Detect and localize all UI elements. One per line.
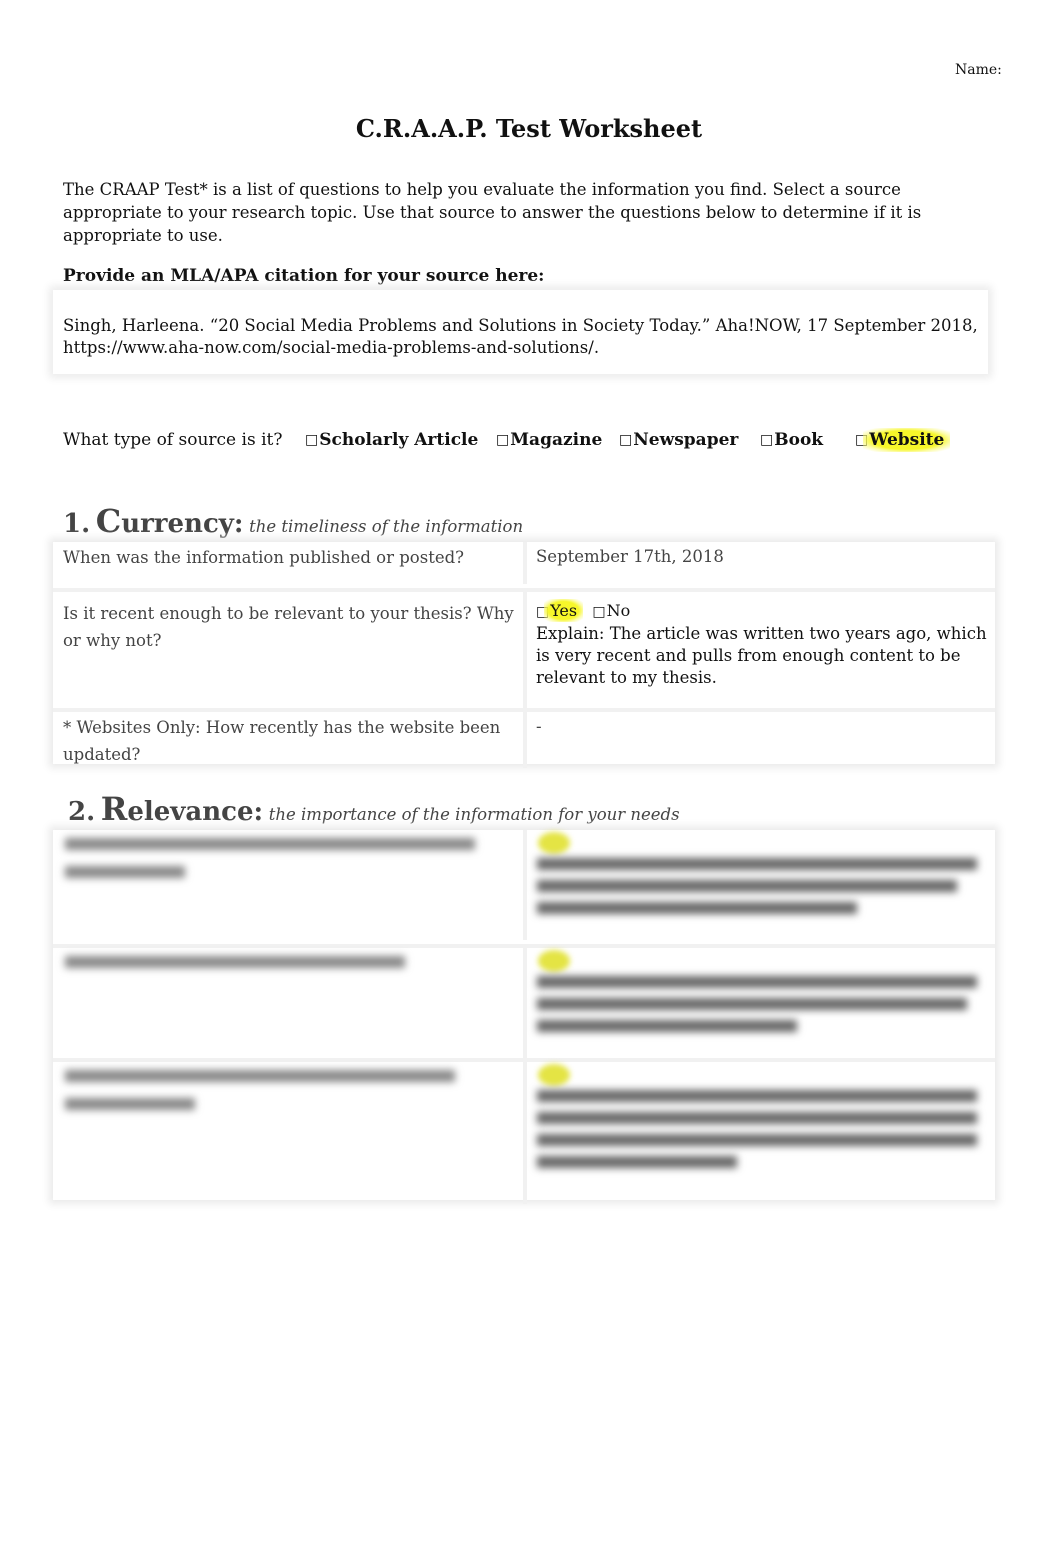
column-divider — [523, 948, 527, 1058]
option-label: Newspaper — [633, 430, 739, 450]
section-subtitle: the importance of the information for yo… — [268, 805, 680, 824]
source-type-row: What type of source is it? □ Scholarly A… — [63, 428, 1003, 456]
blurred-answer — [537, 858, 977, 870]
section-initial: R — [100, 790, 128, 828]
column-divider — [523, 542, 527, 584]
checkbox-icon[interactable]: □ — [496, 432, 509, 448]
option-scholarly-article[interactable]: □ Scholarly Article — [305, 430, 478, 450]
blurred-answer — [537, 998, 967, 1010]
option-magazine[interactable]: □ Magazine — [496, 430, 602, 450]
yes-label: Yes — [544, 599, 584, 622]
section-initial: C — [95, 502, 122, 540]
explain-text[interactable]: Explain: The article was written two yea… — [536, 623, 991, 689]
option-label: Magazine — [510, 430, 603, 450]
section-subtitle: the timeliness of the information — [249, 517, 524, 536]
table-row — [53, 944, 995, 1058]
table-row — [53, 830, 995, 940]
blurred-question — [65, 866, 185, 878]
blurred-answer — [537, 976, 977, 988]
blurred-highlight — [538, 1064, 570, 1086]
section-title-rest: urrency: — [121, 509, 244, 539]
section-number: 2. — [68, 797, 96, 827]
yes-checkbox[interactable]: □Yes — [536, 599, 584, 622]
blurred-answer — [537, 1020, 797, 1032]
blurred-answer — [537, 1134, 977, 1146]
section-heading-relevance: 2. Relevance: the importance of the info… — [68, 790, 680, 828]
checkbox-icon[interactable]: □ — [619, 432, 632, 448]
blurred-question — [65, 1098, 195, 1110]
blurred-highlight — [538, 832, 570, 854]
blurred-highlight — [538, 950, 570, 972]
yes-no-choice: □Yes □No — [536, 599, 991, 623]
option-label: Book — [774, 430, 824, 450]
blurred-answer — [537, 880, 957, 892]
table-row: Is it recent enough to be relevant to yo… — [53, 588, 995, 708]
question-cell: When was the information published or po… — [63, 548, 464, 567]
question-cell: * Websites Only: How recently has the we… — [63, 718, 501, 764]
citation-text[interactable]: Singh, Harleena. “20 Social Media Proble… — [63, 315, 983, 359]
blurred-answer — [537, 902, 857, 914]
no-label: No — [606, 601, 631, 620]
checkbox-icon[interactable]: □ — [305, 432, 318, 448]
option-book[interactable]: □ Book — [760, 430, 823, 450]
citation-label: Provide an MLA/APA citation for your sou… — [63, 266, 545, 286]
no-checkbox[interactable]: □No — [592, 601, 630, 620]
blurred-question — [65, 1070, 455, 1082]
column-divider — [523, 712, 527, 768]
source-type-question: What type of source is it? — [63, 430, 283, 450]
section-heading-currency: 1. Currency: the timeliness of the infor… — [63, 502, 523, 540]
intro-paragraph: The CRAAP Test* is a list of questions t… — [63, 180, 922, 245]
option-website[interactable]: □ Website — [855, 428, 951, 452]
answer-cell[interactable]: - — [536, 716, 991, 738]
currency-table: When was the information published or po… — [53, 542, 995, 768]
answer-cell[interactable]: □Yes □No Explain: The article was writte… — [536, 599, 991, 689]
blurred-question — [65, 838, 475, 850]
page-title: C.R.A.A.P. Test Worksheet — [355, 114, 703, 143]
column-divider — [523, 592, 527, 708]
name-label: Name: — [955, 62, 1002, 78]
section-number: 1. — [63, 509, 91, 539]
option-label: Scholarly Article — [319, 430, 479, 450]
table-row: * Websites Only: How recently has the we… — [53, 708, 995, 768]
table-row — [53, 1058, 995, 1204]
blurred-answer — [537, 1156, 737, 1168]
blurred-question — [65, 956, 405, 968]
checkbox-icon[interactable]: □ — [760, 432, 773, 448]
column-divider — [523, 830, 527, 940]
relevance-table-blurred — [53, 830, 995, 1204]
question-cell: Is it recent enough to be relevant to yo… — [63, 604, 514, 650]
checkbox-icon[interactable]: □ — [592, 601, 605, 623]
table-row: When was the information published or po… — [53, 542, 995, 584]
blurred-answer — [537, 1112, 977, 1124]
section-title-rest: elevance: — [127, 797, 264, 827]
option-newspaper[interactable]: □ Newspaper — [619, 430, 738, 450]
column-divider — [523, 1062, 527, 1204]
answer-cell[interactable]: September 17th, 2018 — [536, 546, 991, 568]
blurred-answer — [537, 1090, 977, 1102]
option-label-highlighted: Website — [863, 428, 951, 452]
